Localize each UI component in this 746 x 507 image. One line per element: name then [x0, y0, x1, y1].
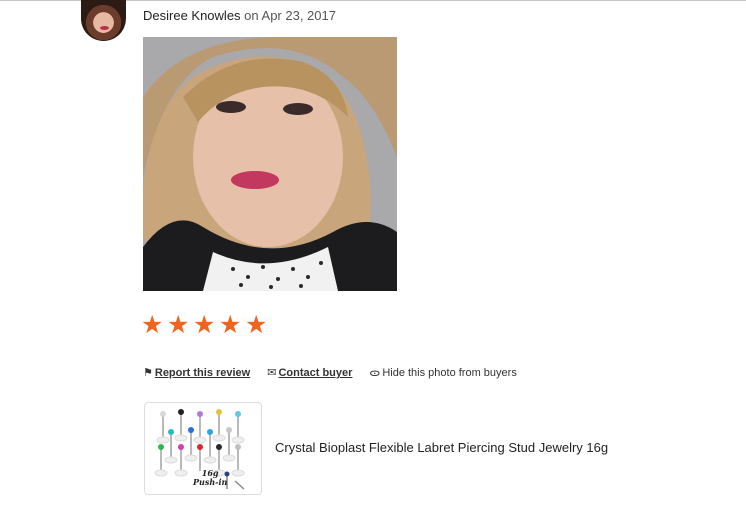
- star-icon: ★: [193, 310, 216, 339]
- rating-stars: ★ ★ ★ ★ ★: [141, 312, 269, 338]
- avatar-detail: [100, 26, 109, 30]
- message-icon: ✉: [267, 366, 277, 379]
- star-icon: ★: [141, 310, 164, 339]
- review-header: Desiree Knowles on Apr 23, 2017: [143, 7, 336, 25]
- star-icon: ★: [167, 310, 190, 339]
- contact-buyer-link[interactable]: ✉ Contact buyer: [267, 366, 352, 380]
- report-review-link[interactable]: ⚑ Report this review: [143, 366, 250, 380]
- hidden-eye-icon: ᯣ: [369, 366, 381, 379]
- star-icon: ★: [245, 310, 268, 339]
- thumbnail-caption-type: Push-in: [193, 477, 228, 487]
- review-photo[interactable]: [143, 37, 397, 291]
- product-title-link[interactable]: Crystal Bioplast Flexible Labret Piercin…: [275, 440, 608, 456]
- flag-icon: ⚑: [143, 366, 153, 379]
- hide-photo-link[interactable]: ᯣ Hide this photo from buyers: [369, 366, 516, 380]
- review-actions: ⚑ Report this review ✉ Contact buyer ᯣ H…: [143, 366, 534, 380]
- contact-buyer-label: Contact buyer: [278, 367, 353, 379]
- review-date: on Apr 23, 2017: [244, 8, 336, 23]
- hide-photo-label: Hide this photo from buyers: [382, 367, 517, 379]
- star-icon: ★: [219, 310, 242, 339]
- report-review-label: Report this review: [154, 367, 251, 379]
- product-thumbnail[interactable]: 16g Push-in: [144, 402, 262, 495]
- reviewer-name[interactable]: Desiree Knowles: [143, 8, 241, 23]
- reviewer-avatar[interactable]: [81, 0, 126, 41]
- thumbnail-caption: 16g Push-in: [193, 469, 227, 487]
- review-photo-image: [143, 37, 397, 291]
